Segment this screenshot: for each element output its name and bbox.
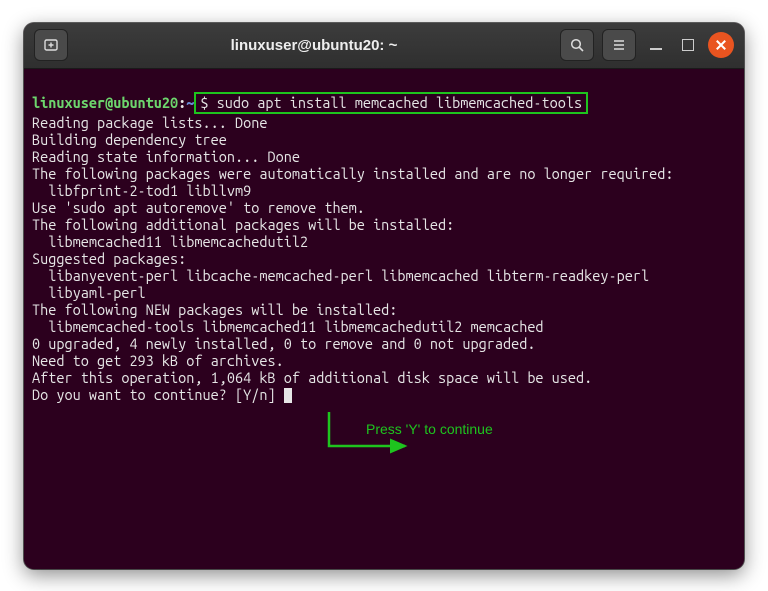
hamburger-icon (611, 37, 627, 53)
output-line: 0 upgraded, 4 newly installed, 0 to remo… (32, 335, 535, 352)
output-line: After this operation, 1,064 kB of additi… (32, 369, 592, 386)
output-line: Reading package lists... Done (32, 114, 267, 131)
command-highlight-box: $ sudo apt install memcached libmemcache… (194, 92, 588, 114)
output-line: Do you want to continue? [Y/n] (32, 386, 284, 403)
menu-button[interactable] (602, 29, 636, 61)
new-tab-button[interactable] (34, 29, 68, 61)
output-line: Need to get 293 kB of archives. (32, 352, 284, 369)
titlebar: linuxuser@ubuntu20: ~ (24, 23, 744, 69)
cursor (284, 388, 292, 403)
maximize-button[interactable] (676, 33, 700, 57)
output-line: Building dependency tree (32, 131, 227, 148)
annotation-label: Press 'Y' to continue (366, 421, 493, 438)
prompt-path: ~ (186, 94, 194, 111)
search-button[interactable] (560, 29, 594, 61)
close-button[interactable] (708, 32, 734, 58)
minimize-button[interactable] (644, 33, 668, 57)
search-icon (569, 37, 585, 53)
prompt-user-host: linuxuser@ubuntu20 (32, 94, 178, 111)
output-line: The following packages were automaticall… (32, 165, 673, 182)
arrow-icon (323, 412, 413, 460)
output-line: libanyevent-perl libcache-memcached-perl… (32, 267, 649, 284)
output-line: Use 'sudo apt autoremove' to remove them… (32, 199, 365, 216)
output-line: Reading state information... Done (32, 148, 300, 165)
output-line: Suggested packages: (32, 250, 186, 267)
command-text: $ sudo apt install memcached libmemcache… (200, 94, 582, 111)
output-line: libfprint-2-tod1 libllvm9 (32, 182, 251, 199)
output-line: libmemcached11 libmemcachedutil2 (32, 233, 308, 250)
output-line: The following additional packages will b… (32, 216, 454, 233)
new-tab-icon (43, 37, 59, 53)
output-line: libmemcached-tools libmemcached11 libmem… (32, 318, 544, 335)
terminal-window: linuxuser@ubuntu20: ~ linuxuser@ubuntu20… (24, 23, 744, 569)
terminal-body[interactable]: linuxuser@ubuntu20:~$ sudo apt install m… (24, 69, 744, 569)
output-line: The following NEW packages will be insta… (32, 301, 397, 318)
annotation-arrow: Press 'Y' to continue (274, 395, 413, 497)
output-line: libyaml-perl (32, 284, 146, 301)
window-title: linuxuser@ubuntu20: ~ (68, 37, 560, 54)
